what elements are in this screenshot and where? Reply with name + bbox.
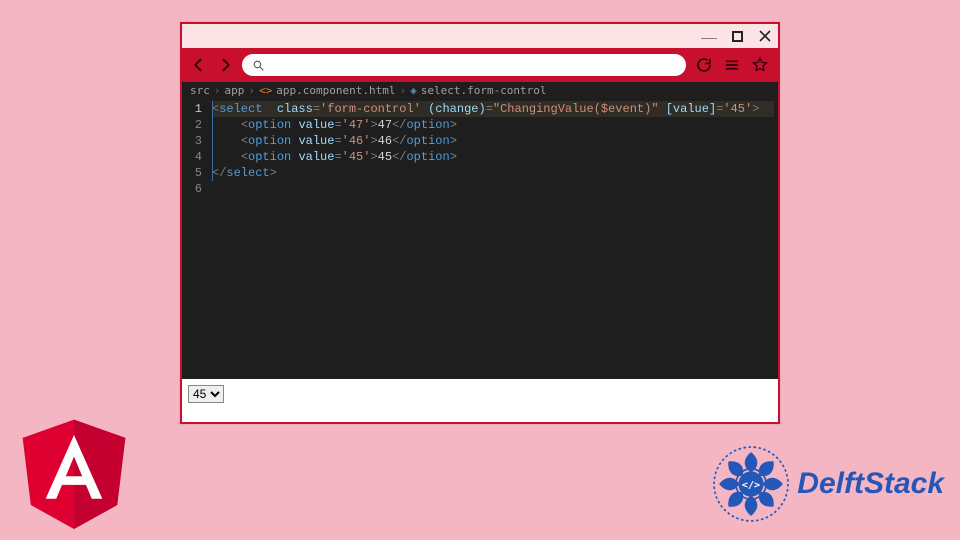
reload-button[interactable] [694, 55, 714, 75]
angular-logo [14, 410, 134, 530]
breadcrumb-app[interactable]: app [225, 84, 245, 97]
minimize-button[interactable]: __ [700, 23, 718, 41]
browser-toolbar [182, 48, 778, 82]
browser-window: __ src › app › <> app.component.html [180, 22, 780, 424]
output-select[interactable]: 45 [188, 385, 224, 403]
back-button[interactable] [190, 56, 208, 74]
maximize-button[interactable] [728, 27, 746, 45]
forward-button[interactable] [216, 56, 234, 74]
code-line: <option value='47'>47</option> [212, 117, 774, 133]
chevron-right-icon: › [214, 84, 221, 97]
code-line: </select> [212, 165, 774, 181]
mandala-icon: </> </> [709, 442, 793, 526]
chevron-right-icon: › [399, 84, 406, 97]
line-number-gutter: 1 2 3 4 5 6 [182, 99, 208, 379]
element-icon: ◈ [410, 84, 417, 97]
code-line: <option value='45'>45</option> [212, 149, 774, 165]
html-file-icon: <> [259, 84, 272, 97]
breadcrumb: src › app › <> app.component.html › ◈ se… [182, 82, 778, 99]
hamburger-menu-button[interactable] [722, 55, 742, 75]
code-editor[interactable]: 1 2 3 4 5 6 <select class='form-control'… [182, 99, 778, 379]
breadcrumb-selector[interactable]: select.form-control [421, 84, 547, 97]
code-area[interactable]: <select class='form-control' (change)="C… [208, 99, 778, 379]
breadcrumb-src[interactable]: src [190, 84, 210, 97]
chevron-right-icon: › [248, 84, 255, 97]
bookmark-star-button[interactable] [750, 55, 770, 75]
code-line [212, 181, 774, 197]
svg-text:</>: </> [742, 480, 760, 491]
code-line: <select class='form-control' (change)="C… [212, 101, 774, 117]
indent-guide [212, 101, 213, 181]
breadcrumb-file[interactable]: app.component.html [276, 84, 395, 97]
close-button[interactable] [756, 27, 774, 45]
address-bar[interactable] [242, 54, 686, 76]
search-icon [252, 59, 265, 72]
code-line: <option value='46'>46</option> [212, 133, 774, 149]
titlebar: __ [182, 24, 778, 48]
delftstack-text: DelftStack [797, 467, 944, 501]
delftstack-logo: </> </> DelftStack [709, 442, 944, 526]
output-panel: 45 [182, 379, 778, 409]
